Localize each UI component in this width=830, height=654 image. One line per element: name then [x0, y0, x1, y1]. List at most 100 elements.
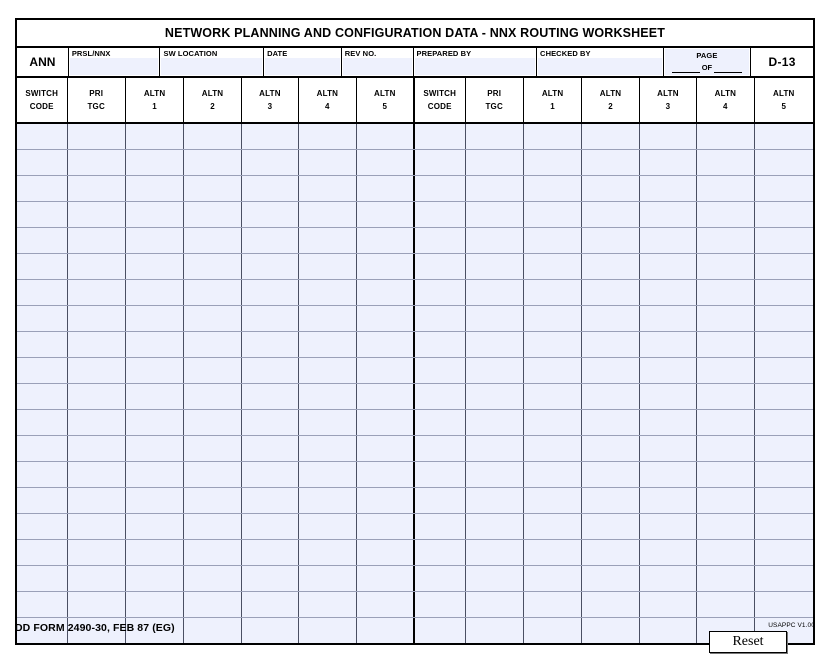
grid-cell[interactable] [523, 514, 583, 539]
grid-cell[interactable] [241, 306, 300, 331]
grid-cell[interactable] [67, 514, 126, 539]
grid-cell-input[interactable] [67, 228, 125, 253]
grid-cell[interactable] [67, 306, 126, 331]
grid-cell[interactable] [697, 436, 755, 461]
grid-cell[interactable] [754, 124, 813, 149]
grid-cell-input[interactable] [17, 228, 67, 253]
grid-cell[interactable] [465, 228, 524, 253]
grid-cell-input[interactable] [241, 436, 299, 461]
grid-cell-input[interactable] [241, 332, 299, 357]
grid-cell[interactable] [17, 592, 68, 617]
grid-cell-input[interactable] [299, 488, 356, 513]
grid-cell-input[interactable] [125, 462, 184, 487]
grid-cell-input[interactable] [125, 150, 184, 175]
grid-cell-input[interactable] [639, 176, 697, 201]
grid-cell[interactable] [17, 332, 68, 357]
grid-cell[interactable] [125, 280, 185, 305]
grid-cell[interactable] [299, 436, 357, 461]
grid-cell-input[interactable] [241, 306, 299, 331]
grid-cell[interactable] [17, 254, 68, 279]
grid-cell[interactable] [465, 332, 524, 357]
grid-cell[interactable] [67, 254, 126, 279]
grid-cell-input[interactable] [241, 124, 299, 149]
grid-cell[interactable] [241, 436, 300, 461]
grid-cell-input[interactable] [125, 436, 184, 461]
grid-cell[interactable] [697, 176, 755, 201]
grid-cell-input[interactable] [465, 436, 523, 461]
grid-cell[interactable] [67, 410, 126, 435]
grid-cell[interactable] [17, 384, 68, 409]
grid-cell[interactable] [639, 150, 698, 175]
grid-cell[interactable] [299, 176, 357, 201]
rev-no-field[interactable]: REV NO. [341, 48, 414, 76]
grid-cell[interactable] [754, 150, 813, 175]
grid-cell[interactable] [356, 566, 415, 591]
grid-cell-input[interactable] [125, 566, 184, 591]
grid-cell-input[interactable] [184, 358, 241, 383]
grid-cell[interactable] [754, 462, 813, 487]
grid-cell[interactable] [639, 228, 698, 253]
grid-cell-input[interactable] [465, 566, 523, 591]
grid-cell-input[interactable] [356, 150, 413, 175]
grid-cell-input[interactable] [697, 358, 754, 383]
grid-cell-input[interactable] [465, 514, 523, 539]
grid-cell-input[interactable] [582, 514, 639, 539]
grid-cell[interactable] [523, 124, 583, 149]
grid-cell[interactable] [356, 436, 415, 461]
rev-no-input[interactable] [342, 58, 412, 75]
grid-cell[interactable] [582, 176, 640, 201]
grid-cell[interactable] [299, 124, 357, 149]
grid-cell[interactable] [697, 514, 755, 539]
grid-cell[interactable] [697, 384, 755, 409]
grid-cell[interactable] [125, 436, 185, 461]
grid-cell-input[interactable] [523, 202, 582, 227]
grid-cell[interactable] [67, 540, 126, 565]
date-input[interactable] [265, 58, 340, 75]
grid-cell[interactable] [523, 410, 583, 435]
grid-cell-input[interactable] [465, 202, 523, 227]
grid-cell-input[interactable] [697, 280, 754, 305]
grid-cell-input[interactable] [67, 436, 125, 461]
grid-cell[interactable] [697, 202, 755, 227]
grid-cell[interactable] [582, 332, 640, 357]
grid-cell-input[interactable] [415, 488, 465, 513]
grid-cell-input[interactable] [754, 462, 813, 487]
grid-cell-input[interactable] [67, 202, 125, 227]
grid-cell-input[interactable] [299, 176, 356, 201]
grid-cell-input[interactable] [241, 410, 299, 435]
grid-cell-input[interactable] [67, 514, 125, 539]
grid-cell-input[interactable] [523, 306, 582, 331]
grid-cell-input[interactable] [299, 306, 356, 331]
grid-cell-input[interactable] [639, 436, 697, 461]
grid-cell-input[interactable] [582, 358, 639, 383]
grid-cell-input[interactable] [582, 280, 639, 305]
grid-cell[interactable] [241, 332, 300, 357]
grid-cell-input[interactable] [17, 462, 67, 487]
grid-cell[interactable] [582, 280, 640, 305]
grid-cell[interactable] [697, 540, 755, 565]
grid-cell[interactable] [697, 462, 755, 487]
grid-cell-input[interactable] [639, 202, 697, 227]
grid-cell[interactable] [125, 514, 185, 539]
grid-cell[interactable] [523, 150, 583, 175]
grid-cell-input[interactable] [241, 462, 299, 487]
grid-cell-input[interactable] [125, 280, 184, 305]
grid-cell-input[interactable] [465, 488, 523, 513]
prepared-by-field[interactable]: PREPARED BY [413, 48, 538, 76]
grid-cell-input[interactable] [697, 150, 754, 175]
grid-cell-input[interactable] [754, 202, 813, 227]
grid-cell-input[interactable] [356, 514, 413, 539]
grid-cell-input[interactable] [125, 124, 184, 149]
grid-cell-input[interactable] [639, 254, 697, 279]
grid-cell-input[interactable] [639, 514, 697, 539]
grid-cell-input[interactable] [67, 540, 125, 565]
grid-cell[interactable] [241, 124, 300, 149]
grid-cell[interactable] [465, 176, 524, 201]
grid-cell-input[interactable] [415, 306, 465, 331]
grid-cell[interactable] [523, 384, 583, 409]
grid-cell[interactable] [184, 410, 242, 435]
grid-cell[interactable] [67, 280, 126, 305]
grid-cell-input[interactable] [639, 306, 697, 331]
grid-cell-input[interactable] [697, 410, 754, 435]
grid-cell-input[interactable] [465, 176, 523, 201]
